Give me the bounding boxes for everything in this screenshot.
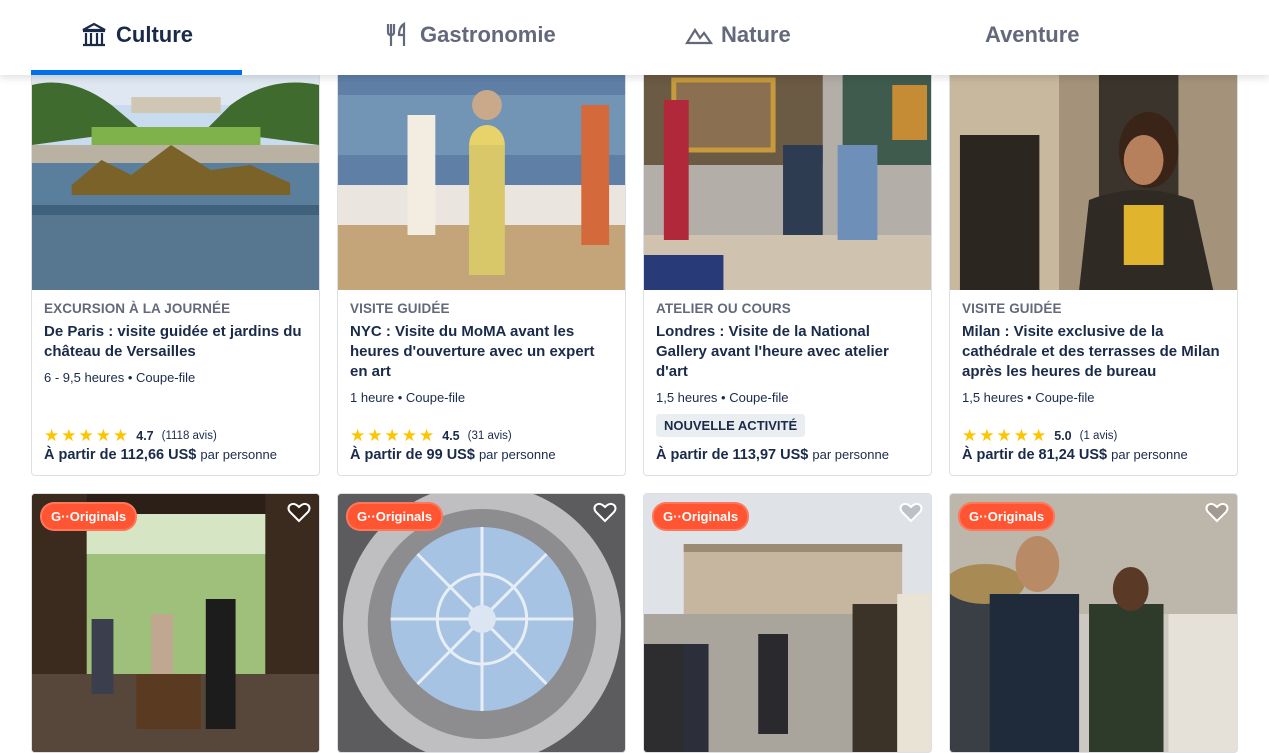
heart-icon[interactable] (899, 501, 923, 523)
price-amount: À partir de 113,97 US$ (656, 447, 809, 463)
activity-title[interactable]: Londres : Visite de la National Gallery … (656, 322, 921, 382)
star-icon: ★ (979, 426, 995, 445)
activity-title[interactable]: De Paris : visite guidée et jardins du c… (44, 322, 309, 362)
activity-meta: 1 heure • Coupe-file (350, 390, 466, 405)
activity-meta: 6 - 9,5 heures • Coupe-file (44, 370, 196, 385)
activity-image (32, 75, 319, 290)
museum-icon (82, 22, 106, 47)
tab-label: Culture (116, 22, 193, 47)
price-amount: À partir de 99 US$ (350, 447, 475, 463)
category-tab-bar: Culture Gastronomie Nature Aventure (0, 0, 1269, 75)
activity-title[interactable]: NYC : Visite du MoMA avant les heures d'… (350, 322, 615, 382)
activity-category: VISITE GUIDÉE (962, 301, 1062, 316)
heart-icon[interactable] (593, 501, 617, 523)
tab-nature[interactable]: Nature (685, 18, 791, 52)
activity-card[interactable]: G··Originals (31, 493, 320, 753)
star-icon: ★ (401, 426, 417, 445)
heart-icon[interactable] (287, 501, 311, 523)
price-unit: par personne (812, 447, 889, 462)
rating: ★ ★ ★ ★ ★ 4.5 (31 avis) (350, 427, 512, 444)
originals-badge: G··Originals (40, 502, 138, 531)
active-tab-indicator (31, 70, 242, 75)
star-icon: ★ (95, 426, 111, 445)
tab-label: Aventure (985, 22, 1080, 47)
star-icon: ★ (962, 426, 978, 445)
rating-value: 5.0 (1054, 428, 1072, 443)
price: À partir de 112,66 US$ par personne (44, 447, 277, 463)
activity-meta: 1,5 heures • Coupe-file (962, 390, 1095, 405)
activity-card[interactable]: G··Originals (949, 493, 1238, 753)
activity-card[interactable]: EXCURSION À LA JOURNÉE De Paris : visite… (31, 75, 320, 476)
fork-knife-icon (386, 22, 406, 46)
rating: ★ ★ ★ ★ ★ 4.7 (1118 avis) (44, 427, 217, 444)
activity-image (950, 494, 1237, 752)
activity-meta: 1,5 heures • Coupe-file (656, 390, 789, 405)
star-icon: ★ (367, 426, 383, 445)
price-amount: À partir de 112,66 US$ (44, 447, 197, 463)
heart-icon[interactable] (1205, 501, 1229, 523)
tab-label: Gastronomie (420, 22, 556, 47)
star-icon: ★ (1031, 426, 1047, 445)
star-icon: ★ (113, 426, 129, 445)
originals-badge: G··Originals (652, 502, 750, 531)
mountain-icon (685, 27, 713, 45)
tab-culture[interactable]: Culture (80, 18, 193, 52)
review-count: (1118 avis) (161, 429, 217, 442)
price-unit: par personne (478, 447, 556, 462)
tab-label: Nature (721, 22, 791, 47)
activity-card[interactable]: VISITE GUIDÉE Milan : Visite exclusive d… (949, 75, 1238, 476)
price: À partir de 81,24 US$ par personne (962, 447, 1188, 463)
activity-card[interactable]: VISITE GUIDÉE NYC : Visite du MoMA avant… (337, 75, 626, 476)
star-icon: ★ (1013, 426, 1029, 445)
star-icon: ★ (996, 426, 1012, 445)
activity-category: EXCURSION À LA JOURNÉE (44, 301, 231, 316)
price-unit: par personne (1111, 447, 1188, 462)
rating-value: 4.5 (442, 428, 460, 443)
originals-badge: G··Originals (958, 502, 1056, 531)
activity-category: ATELIER OU COURS (656, 301, 791, 316)
price: À partir de 99 US$ par personne (350, 447, 556, 463)
price: À partir de 113,97 US$ par personne (656, 447, 889, 463)
activity-image (338, 494, 625, 752)
activity-card[interactable]: G··Originals (337, 493, 626, 753)
star-icon: ★ (350, 426, 366, 445)
activity-image (338, 75, 625, 290)
star-icon: ★ (384, 426, 400, 445)
originals-badge: G··Originals (346, 502, 444, 531)
activity-image (32, 494, 319, 752)
activity-image (644, 494, 931, 752)
activity-title[interactable]: Milan : Visite exclusive de la cathédral… (962, 322, 1227, 382)
rating: ★ ★ ★ ★ ★ 5.0 (1 avis) (962, 427, 1117, 444)
star-icon: ★ (419, 426, 435, 445)
star-icon: ★ (61, 426, 77, 445)
activity-category: VISITE GUIDÉE (350, 301, 450, 316)
activity-card[interactable]: ATELIER OU COURS Londres : Visite de la … (643, 75, 932, 476)
activity-image (950, 75, 1237, 290)
rating-value: 4.7 (136, 428, 154, 443)
tab-aventure[interactable]: Aventure (985, 18, 1080, 52)
star-icon: ★ (78, 426, 94, 445)
price-unit: par personne (200, 447, 277, 462)
review-count: (31 avis) (467, 429, 512, 442)
activity-card[interactable]: G··Originals (643, 493, 932, 753)
review-count: (1 avis) (1079, 429, 1118, 442)
activity-image (644, 75, 931, 290)
price-amount: À partir de 81,24 US$ (962, 447, 1108, 463)
new-activity-badge: NOUVELLE ACTIVITÉ (656, 414, 806, 437)
tab-gastronomie[interactable]: Gastronomie (384, 18, 556, 52)
star-icon: ★ (44, 426, 60, 445)
